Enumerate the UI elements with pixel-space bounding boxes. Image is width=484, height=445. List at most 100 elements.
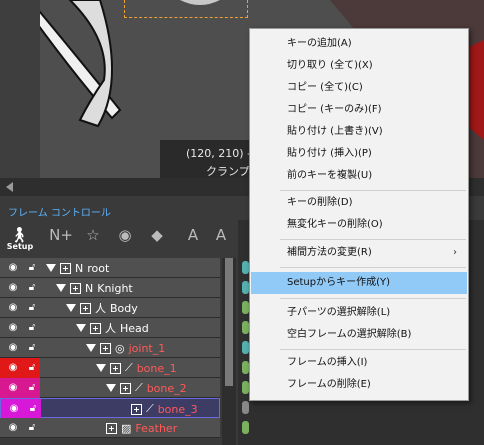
lock-icon[interactable]: 🔓︎ <box>26 361 38 375</box>
keyframe-marker[interactable] <box>242 381 249 394</box>
menu-item-paste-overwrite[interactable]: 貼り付け (上書き)(V) <box>251 121 467 143</box>
null-icon: N <box>85 281 94 295</box>
tree-label: Head <box>120 321 149 335</box>
add-bone-icon[interactable]: N+ <box>48 224 74 250</box>
add-point-icon[interactable]: ◉ <box>112 224 138 250</box>
visibility-eye-icon[interactable]: ◉ <box>6 302 20 314</box>
lock-icon[interactable]: 🔓︎ <box>26 341 38 355</box>
bone-icon: ⟋ <box>146 402 154 415</box>
scroll-left-icon[interactable] <box>6 182 13 192</box>
expand-triangle-icon[interactable] <box>66 304 76 312</box>
context-menu: キーの追加(A) 切り取り (全て)(X) コピー (全て)(C) コピー (キ… <box>249 28 469 401</box>
tree-row-knight[interactable]: ◉ 🔓︎ N Knight <box>0 278 220 298</box>
tree-row-feather[interactable]: ◉ 🔓︎ ▨ Feather <box>0 418 220 438</box>
bone-icon: ⟋ <box>125 361 133 374</box>
menu-separator <box>280 267 466 268</box>
setup-label: Setup <box>6 242 34 251</box>
keyframe-marker[interactable] <box>242 421 249 434</box>
null-icon: N <box>75 261 84 275</box>
menu-item-cut-all[interactable]: 切り取り (全て)(X) <box>251 55 467 77</box>
expand-triangle-icon[interactable] <box>46 264 56 272</box>
menu-item-deselect-child-parts[interactable]: 子パーツの選択解除(L) <box>251 302 467 324</box>
expand-triangle-icon[interactable] <box>56 284 66 292</box>
text-remove-icon[interactable]: A <box>208 224 234 250</box>
menu-item-delete-frame[interactable]: フレームの削除(E) <box>251 374 467 396</box>
expand-triangle-icon[interactable] <box>76 324 86 332</box>
tree-label: bone_3 <box>157 402 198 416</box>
keyframe-marker[interactable] <box>242 321 249 334</box>
tree-row-body[interactable]: ◉ 🔓︎ 人 Body <box>0 298 220 318</box>
visibility-eye-icon[interactable]: ◉ <box>6 362 20 374</box>
menu-item-delete-key[interactable]: キーの削除(D) <box>251 192 467 214</box>
menu-item-copy-keys[interactable]: コピー (キーのみ)(F) <box>251 99 467 121</box>
plus-box-icon <box>100 342 111 354</box>
plus-box-icon <box>70 282 81 294</box>
keyframe-marker[interactable] <box>242 401 249 414</box>
lock-icon[interactable]: 🔓︎ <box>26 281 38 295</box>
tree-row-joint-1[interactable]: ◉ 🔓︎ ◎ joint_1 <box>0 338 220 358</box>
person-icon: 人 <box>105 322 116 335</box>
lock-icon[interactable]: 🔓︎ <box>26 421 38 435</box>
menu-separator <box>280 190 466 191</box>
expand-triangle-icon[interactable] <box>96 364 106 372</box>
tree-row-head[interactable]: ◉ 🔓︎ 人 Head <box>0 318 220 338</box>
plus-box-icon <box>110 362 121 374</box>
keyframe-marker[interactable] <box>242 301 249 314</box>
tree-label: root <box>87 261 110 275</box>
visibility-eye-icon[interactable]: ◉ <box>6 282 20 294</box>
tree-label: bone_1 <box>136 361 177 375</box>
keyframe-marker[interactable] <box>242 281 249 294</box>
visibility-eye-icon[interactable]: ◉ <box>7 403 21 415</box>
tree-row-root[interactable]: ◉ 🔓︎ N root <box>0 258 220 278</box>
lock-icon[interactable]: 🔓︎ <box>26 261 38 275</box>
menu-separator <box>280 239 466 240</box>
tree-vertical-scrollbar[interactable] <box>222 258 236 445</box>
tree-label: Body <box>110 301 138 315</box>
add-drop-icon[interactable]: ◆ <box>144 224 170 250</box>
scrollbar-thumb[interactable] <box>225 258 233 386</box>
bone-icon: ⟋ <box>135 381 143 394</box>
menu-item-add-key[interactable]: キーの追加(A) <box>251 33 467 55</box>
frame-toolbar: 🚶︎ Setup N+ ☆ ◉ ◆ A A <box>0 220 240 254</box>
tree-row-bone-2[interactable]: ◉ 🔓︎ ⟋ bone_2 <box>0 378 220 398</box>
setup-button[interactable]: 🚶︎ Setup <box>6 224 34 251</box>
visibility-eye-icon[interactable]: ◉ <box>6 342 20 354</box>
tree-row-bone-1[interactable]: ◉ 🔓︎ ⟋ bone_1 <box>0 358 220 378</box>
menu-item-copy-all[interactable]: コピー (全て)(C) <box>251 77 467 99</box>
tree-label: bone_2 <box>146 381 187 395</box>
selection-rectangle <box>124 0 248 18</box>
text-add-icon[interactable]: A <box>180 224 206 250</box>
visibility-eye-icon[interactable]: ◉ <box>6 322 20 334</box>
menu-item-delete-unchanged-keys[interactable]: 無変化キーの削除(O) <box>251 214 467 236</box>
menu-item-paste-insert[interactable]: 貼り付け (挿入)(P) <box>251 143 467 165</box>
visibility-eye-icon[interactable]: ◉ <box>6 262 20 274</box>
keyframe-marker[interactable] <box>242 261 249 274</box>
tree-row-bone-3[interactable]: ◉ 🔓︎ ⟋ bone_3 <box>0 398 220 419</box>
menu-item-deselect-blank-frames[interactable]: 空白フレームの選択解除(B) <box>251 324 467 346</box>
visibility-eye-icon[interactable]: ◉ <box>6 382 20 394</box>
lock-icon[interactable]: 🔓︎ <box>26 321 38 335</box>
plus-box-icon <box>60 262 71 274</box>
menu-item-duplicate-previous-key[interactable]: 前のキーを複製(U) <box>251 165 467 187</box>
joint-icon: ◎ <box>115 341 125 355</box>
plus-box-icon <box>106 422 117 434</box>
lock-icon[interactable]: 🔓︎ <box>26 381 38 395</box>
tree-label: joint_1 <box>128 341 166 355</box>
plus-box-icon <box>90 322 101 334</box>
menu-separator <box>280 298 466 299</box>
expand-triangle-icon[interactable] <box>86 344 96 352</box>
keyframe-marker[interactable] <box>242 361 249 374</box>
menu-item-insert-frame[interactable]: フレームの挿入(I) <box>251 352 467 374</box>
add-star-icon[interactable]: ☆ <box>80 224 106 250</box>
plus-box-icon <box>120 382 131 394</box>
keyframe-marker[interactable] <box>242 341 249 354</box>
menu-item-create-key-from-setup[interactable]: Setupからキー作成(Y) <box>251 272 467 294</box>
panel-title: フレーム コントロール <box>8 208 111 219</box>
visibility-eye-icon[interactable]: ◉ <box>6 422 20 434</box>
plus-box-icon <box>80 302 91 314</box>
lock-icon[interactable]: 🔓︎ <box>26 301 38 315</box>
lock-icon[interactable]: 🔓︎ <box>27 402 39 416</box>
image-icon: ▨ <box>121 421 132 435</box>
expand-triangle-icon[interactable] <box>106 384 116 392</box>
menu-item-change-interpolation[interactable]: 補間方法の変更(R) › <box>251 242 467 264</box>
